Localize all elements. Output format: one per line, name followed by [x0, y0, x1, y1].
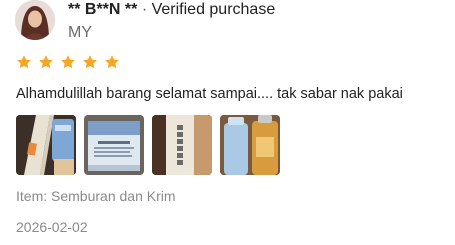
review-photo-3[interactable] — [152, 115, 212, 175]
reviewer-header: ** B**N ** · Verified purchase — [68, 0, 275, 20]
review-card: ** B**N ** · Verified purchase MY Alhamd… — [0, 0, 455, 245]
review-photos — [16, 115, 280, 175]
star-icon — [17, 55, 31, 69]
star-rating — [16, 54, 120, 70]
verified-purchase-label: Verified purchase — [151, 1, 276, 18]
review-date: 2026-02-02 — [16, 219, 88, 235]
reviewer-country: MY — [68, 24, 92, 41]
star-icon — [105, 55, 119, 69]
item-name: Semburan dan Krim — [51, 188, 176, 204]
star-icon — [39, 55, 53, 69]
star-icon — [83, 55, 97, 69]
review-comment: Alhamdulillah barang selamat sampai.... … — [16, 86, 403, 102]
review-photo-4[interactable] — [220, 115, 280, 175]
review-photo-1[interactable] — [16, 115, 76, 175]
avatar[interactable] — [15, 0, 55, 40]
separator-dot: · — [141, 1, 148, 18]
item-prefix: Item: — [16, 188, 52, 204]
review-photo-2[interactable] — [84, 115, 144, 175]
avatar-image — [15, 0, 55, 40]
reviewer-name: ** B**N ** — [68, 1, 138, 18]
star-icon — [61, 55, 75, 69]
purchased-item: Item: Semburan dan Krim — [16, 186, 176, 206]
